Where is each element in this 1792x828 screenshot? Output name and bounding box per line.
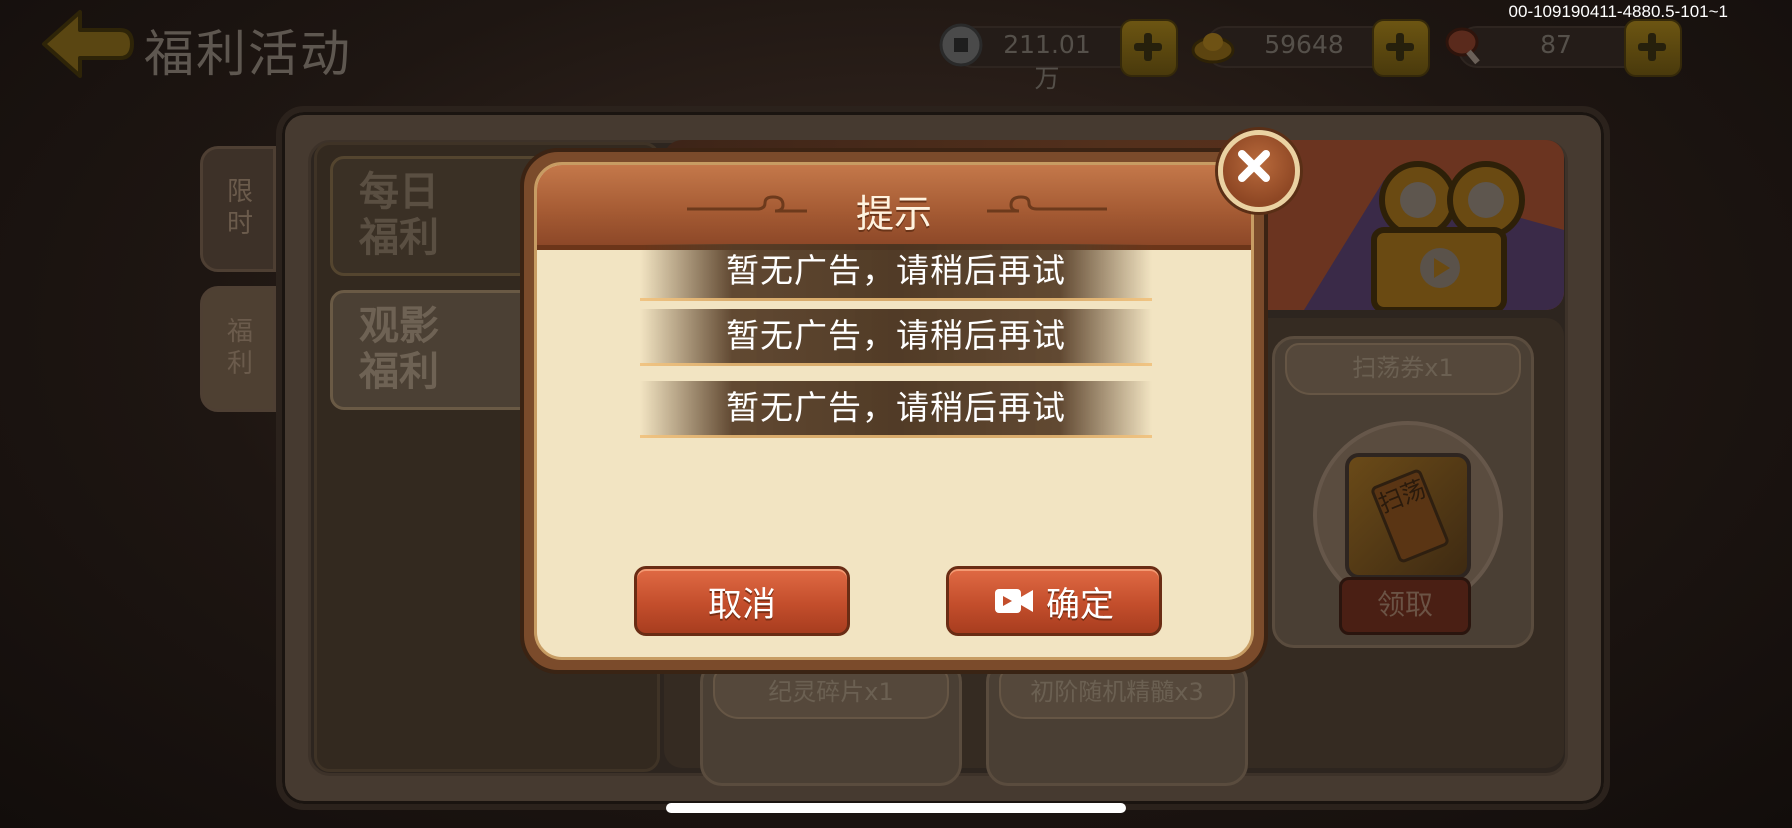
- close-button[interactable]: [1218, 130, 1300, 212]
- cancel-button[interactable]: 取消: [634, 566, 850, 636]
- resource-gold: 59648: [1190, 19, 1430, 77]
- back-button[interactable]: [40, 8, 136, 80]
- resource-copper: 211.01万: [938, 19, 1178, 93]
- add-copper-button[interactable]: [1120, 19, 1178, 77]
- video-camera-icon: [995, 589, 1033, 613]
- sweep-ticket-icon: 扫荡: [1345, 453, 1471, 579]
- add-gold-button[interactable]: [1372, 19, 1430, 77]
- page-title: 福利活动: [144, 25, 352, 83]
- stamina-value: 87: [1540, 30, 1572, 59]
- reward-title: 初阶随机精髓x3: [999, 667, 1235, 719]
- category-label: 观影 福利: [359, 303, 439, 395]
- close-icon: [1238, 150, 1270, 182]
- copper-value: 211.01万: [1003, 30, 1091, 93]
- confirm-label: 确定: [1046, 584, 1114, 625]
- cancel-label: 取消: [708, 584, 776, 625]
- category-label: 每日 福利: [359, 169, 439, 261]
- dialog-title: 提示: [855, 192, 932, 236]
- reward-card: 扫荡券x1 扫荡 领取: [1272, 336, 1534, 648]
- tab-welfare[interactable]: 福利: [200, 286, 276, 412]
- dialog-header: 提示: [537, 165, 1251, 250]
- build-id-label: 00-109190411-4880.5-101~1: [1508, 2, 1728, 21]
- copper-coin-icon: [939, 23, 983, 67]
- meat-stamina-icon: [1445, 27, 1480, 65]
- claim-button[interactable]: 领取: [1339, 577, 1471, 635]
- reward-card: 纪灵碎片x1: [700, 660, 962, 786]
- gold-ingot-icon: [1191, 33, 1235, 64]
- add-stamina-button[interactable]: [1624, 19, 1682, 77]
- toast-message: 暂无广告，请稍后再试: [640, 244, 1152, 301]
- tab-limited-time[interactable]: 限时: [200, 146, 276, 272]
- home-indicator[interactable]: [666, 803, 1126, 813]
- gold-value: 59648: [1264, 30, 1344, 59]
- reward-title: 纪灵碎片x1: [713, 667, 949, 719]
- confirm-button[interactable]: 确定: [946, 566, 1162, 636]
- reward-title: 扫荡券x1: [1285, 343, 1521, 395]
- sweep-ticket-text: 扫荡: [1369, 467, 1451, 565]
- reward-card: 初阶随机精髓x3: [986, 660, 1248, 786]
- back-arrow-icon: [42, 10, 134, 78]
- resource-stamina: 87: [1442, 19, 1682, 77]
- toast-message: 暂无广告，请稍后再试: [640, 381, 1152, 438]
- toast-message: 暂无广告，请稍后再试: [640, 309, 1152, 366]
